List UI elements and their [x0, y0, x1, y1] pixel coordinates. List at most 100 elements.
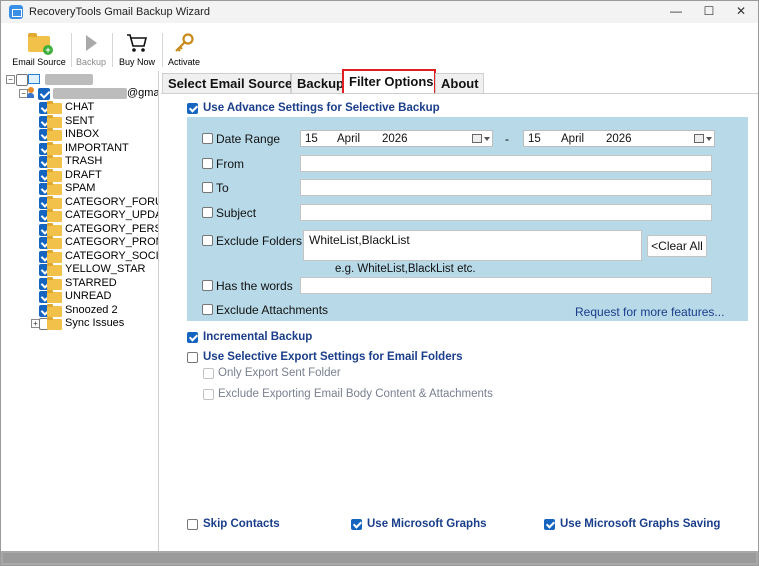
user-icon: [27, 87, 34, 99]
selective-export-label: Use Selective Export Settings for Email …: [203, 351, 463, 363]
folder-label: SENT: [65, 114, 95, 127]
date-to-year: 2026: [606, 133, 632, 145]
folder-row[interactable]: SENT: [1, 114, 158, 128]
selective-export-checkbox[interactable]: [187, 352, 198, 363]
backup-button[interactable]: Backup: [73, 29, 109, 71]
exclude-attachments-checkbox[interactable]: [202, 304, 213, 315]
request-features-link[interactable]: Request for more features...: [575, 305, 724, 319]
folder-icon: [47, 263, 62, 276]
folder-add-icon: +: [28, 33, 53, 55]
activate-button[interactable]: Activate: [164, 29, 204, 71]
folder-row[interactable]: CATEGORY_SOCIAL: [1, 249, 159, 263]
folder-row[interactable]: SPAM: [1, 182, 158, 195]
folder-label: CHAT: [65, 101, 95, 113]
backup-label: Backup: [75, 57, 107, 67]
folder-icon: [47, 168, 62, 182]
tab-filter-options[interactable]: Filter Options: [342, 69, 436, 95]
buy-now-button[interactable]: Buy Now: [114, 29, 160, 71]
exclude-folders-input[interactable]: WhiteList,BlackList: [303, 230, 642, 261]
folder-row[interactable]: STARRED: [1, 276, 158, 290]
folder-icon: [47, 249, 62, 263]
toolbar-separator: [162, 33, 163, 67]
status-strip: [1, 551, 758, 565]
root-checkbox[interactable]: [16, 74, 28, 86]
exclude-folders-hint: e.g. WhiteList,BlackList etc.: [335, 263, 476, 275]
folder-icon: [47, 141, 62, 155]
clear-all-button[interactable]: <Clear All: [647, 235, 707, 257]
app-icon: [9, 5, 23, 19]
close-button[interactable]: ✕: [723, 1, 758, 23]
folder-row[interactable]: DRAFT: [1, 168, 158, 182]
date-range-dash: -: [505, 132, 509, 146]
incremental-backup-checkbox[interactable]: [187, 332, 198, 343]
folder-row[interactable]: CATEGORY_PERSO: [1, 222, 158, 236]
chevron-down-icon: [706, 137, 712, 141]
cart-icon: [126, 33, 148, 53]
folder-row[interactable]: CATEGORY_FORUM: [1, 195, 158, 209]
to-checkbox[interactable]: [202, 182, 213, 193]
tree-root-row[interactable]: −: [1, 73, 158, 86]
ms-graphs-saving-label: Use Microsoft Graphs Saving: [560, 518, 721, 530]
activate-label: Activate: [167, 57, 200, 67]
skip-contacts-checkbox[interactable]: [187, 519, 198, 530]
tab-select-email-source[interactable]: Select Email Source: [162, 73, 292, 93]
from-input[interactable]: [300, 155, 712, 172]
folder-icon: [47, 317, 62, 330]
account-suffix: @gmail.com: [127, 87, 159, 99]
subject-label: Subject: [216, 206, 257, 220]
folder-row[interactable]: + Sync Issues: [1, 317, 158, 330]
folder-row[interactable]: CATEGORY_UPDAT: [1, 209, 158, 222]
folder-row[interactable]: YELLOW_STAR: [1, 263, 158, 276]
folder-label: INBOX: [65, 128, 100, 140]
minimize-button[interactable]: —: [658, 1, 694, 23]
exclude-body-checkbox[interactable]: [203, 389, 214, 400]
folder-label: UNREAD: [65, 290, 112, 302]
calendar-icon: [694, 134, 704, 143]
folder-label: CATEGORY_SOCIAL: [65, 249, 159, 262]
folder-row[interactable]: INBOX: [1, 128, 158, 141]
date-to-day: 15: [528, 133, 541, 145]
computer-icon: [28, 74, 40, 84]
use-advance-checkbox[interactable]: [187, 103, 198, 114]
email-source-button[interactable]: + Email Source: [9, 29, 69, 71]
from-checkbox[interactable]: [202, 158, 213, 169]
collapse-icon[interactable]: −: [6, 75, 15, 84]
folder-icon: [47, 128, 62, 141]
tab-about[interactable]: About: [435, 73, 484, 93]
folder-row[interactable]: Snoozed 2: [1, 303, 158, 317]
folder-label: DRAFT: [65, 168, 102, 181]
account-checkbox[interactable]: [38, 88, 50, 100]
date-range-checkbox[interactable]: [202, 133, 213, 144]
date-from-picker[interactable]: 15 April 2026: [300, 130, 493, 147]
folder-row[interactable]: CATEGORY_PROMO: [1, 236, 158, 249]
folder-label: IMPORTANT: [65, 141, 129, 154]
date-to-picker[interactable]: 15 April 2026: [523, 130, 715, 147]
horizontal-scrollbar[interactable]: [3, 553, 756, 563]
folder-label: Snoozed 2: [65, 303, 118, 316]
has-words-label: Has the words: [216, 279, 293, 293]
ms-graphs-saving-checkbox[interactable]: [544, 519, 555, 530]
advance-settings-box: Date Range 15 April 2026 - 15 April 2026…: [187, 117, 748, 321]
to-label: To: [216, 181, 229, 195]
only-sent-checkbox[interactable]: [203, 368, 214, 379]
key-icon: [173, 33, 195, 53]
maximize-button[interactable]: ☐: [691, 1, 727, 23]
tree-account-row[interactable]: − @gmail.com: [1, 87, 159, 100]
folder-row[interactable]: CHAT: [1, 101, 158, 114]
folder-icon: [47, 222, 62, 236]
folder-icon: [47, 290, 62, 303]
folder-row[interactable]: IMPORTANT: [1, 141, 158, 155]
to-input[interactable]: [300, 179, 712, 196]
tab-backup[interactable]: Backup: [291, 73, 344, 93]
has-words-input[interactable]: [300, 277, 712, 294]
exclude-attachments-label: Exclude Attachments: [216, 303, 329, 317]
ms-graphs-checkbox[interactable]: [351, 519, 362, 530]
has-words-checkbox[interactable]: [202, 280, 213, 291]
incremental-backup-label: Incremental Backup: [203, 331, 313, 343]
exclude-folders-checkbox[interactable]: [202, 235, 213, 246]
subject-input[interactable]: [300, 204, 712, 221]
folder-row[interactable]: UNREAD: [1, 290, 158, 303]
folder-icon: [47, 195, 62, 209]
folder-row[interactable]: TRASH: [1, 155, 158, 168]
subject-checkbox[interactable]: [202, 207, 213, 218]
